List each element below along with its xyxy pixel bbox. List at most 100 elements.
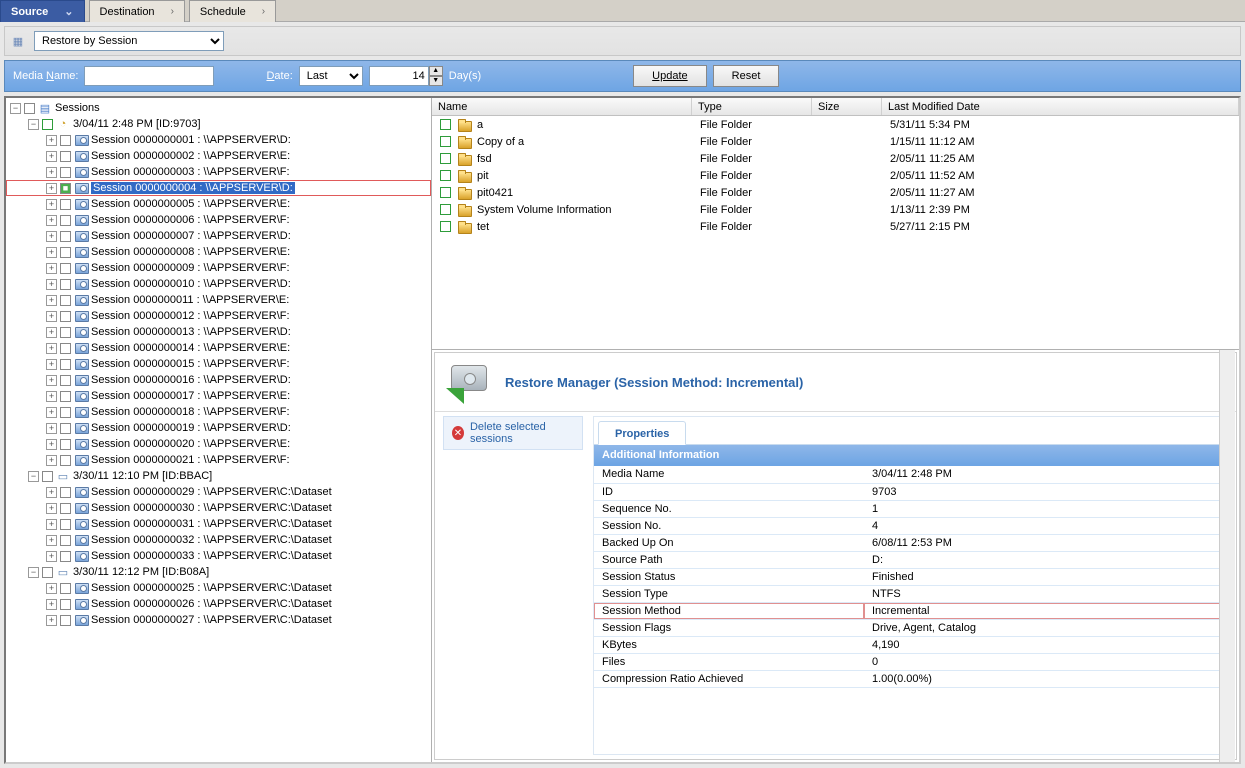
expand-toggle[interactable]: + bbox=[46, 263, 57, 274]
expand-toggle[interactable]: + bbox=[46, 343, 57, 354]
expand-toggle[interactable]: + bbox=[46, 535, 57, 546]
days-input[interactable] bbox=[369, 66, 429, 86]
tree-root[interactable]: −▤Sessions bbox=[6, 100, 431, 116]
tree-session[interactable]: +Session 0000000009 : \\APPSERVER\F: bbox=[6, 260, 431, 276]
expand-toggle[interactable]: + bbox=[46, 167, 57, 178]
expand-toggle[interactable]: + bbox=[46, 391, 57, 402]
expand-toggle[interactable]: + bbox=[46, 439, 57, 450]
tree-session[interactable]: +Session 0000000025 : \\APPSERVER\C:\Dat… bbox=[6, 580, 431, 596]
tree-session[interactable]: +Session 0000000007 : \\APPSERVER\D: bbox=[6, 228, 431, 244]
tree-session[interactable]: +Session 0000000012 : \\APPSERVER\F: bbox=[6, 308, 431, 324]
expand-toggle[interactable]: + bbox=[46, 231, 57, 242]
expand-toggle[interactable]: − bbox=[28, 471, 39, 482]
expand-toggle[interactable]: − bbox=[10, 103, 21, 114]
tree-group[interactable]: −◔3/04/11 2:48 PM [ID:9703] bbox=[6, 116, 431, 132]
tree-session[interactable]: +Session 0000000018 : \\APPSERVER\F: bbox=[6, 404, 431, 420]
checkbox[interactable] bbox=[440, 170, 451, 181]
expand-toggle[interactable]: + bbox=[46, 423, 57, 434]
col-name[interactable]: Name bbox=[432, 98, 692, 115]
checkbox[interactable] bbox=[60, 519, 71, 530]
checkbox[interactable] bbox=[60, 327, 71, 338]
expand-toggle[interactable]: + bbox=[46, 503, 57, 514]
checkbox[interactable] bbox=[60, 311, 71, 322]
checkbox[interactable] bbox=[60, 215, 71, 226]
list-item[interactable]: System Volume InformationFile Folder1/13… bbox=[432, 201, 1239, 218]
tree-session[interactable]: +Session 0000000017 : \\APPSERVER\E: bbox=[6, 388, 431, 404]
checkbox[interactable] bbox=[440, 221, 451, 232]
expand-toggle[interactable]: + bbox=[46, 135, 57, 146]
tree-session[interactable]: +Session 0000000021 : \\APPSERVER\F: bbox=[6, 452, 431, 468]
checkbox[interactable] bbox=[60, 391, 71, 402]
tree-session[interactable]: +Session 0000000003 : \\APPSERVER\F: bbox=[6, 164, 431, 180]
days-up-button[interactable]: ▲ bbox=[429, 66, 443, 76]
list-item[interactable]: pit0421File Folder2/05/11 11:27 AM bbox=[432, 184, 1239, 201]
expand-toggle[interactable]: + bbox=[46, 199, 57, 210]
tree-session[interactable]: +Session 0000000011 : \\APPSERVER\E: bbox=[6, 292, 431, 308]
checkbox[interactable] bbox=[60, 439, 71, 450]
tree-session[interactable]: +Session 0000000016 : \\APPSERVER\D: bbox=[6, 372, 431, 388]
tree-session[interactable]: +Session 0000000026 : \\APPSERVER\C:\Dat… bbox=[6, 596, 431, 612]
tab-schedule[interactable]: Schedule› bbox=[189, 0, 276, 22]
checkbox[interactable] bbox=[60, 455, 71, 466]
restore-mode-select[interactable]: Restore by Session bbox=[34, 31, 224, 51]
tree-session[interactable]: +Session 0000000029 : \\APPSERVER\C:\Dat… bbox=[6, 484, 431, 500]
expand-toggle[interactable]: − bbox=[28, 567, 39, 578]
tree-session[interactable]: +■Session 0000000004 : \\APPSERVER\D: bbox=[6, 180, 431, 196]
checkbox[interactable] bbox=[42, 471, 53, 482]
checkbox[interactable] bbox=[42, 567, 53, 578]
expand-toggle[interactable]: + bbox=[46, 487, 57, 498]
tree-session[interactable]: +Session 0000000033 : \\APPSERVER\C:\Dat… bbox=[6, 548, 431, 564]
list-item[interactable]: pitFile Folder2/05/11 11:52 AM bbox=[432, 167, 1239, 184]
expand-toggle[interactable]: + bbox=[46, 583, 57, 594]
checkbox[interactable] bbox=[440, 136, 451, 147]
tree-group[interactable]: −▭3/30/11 12:10 PM [ID:BBAC] bbox=[6, 468, 431, 484]
checkbox[interactable] bbox=[60, 167, 71, 178]
session-tree[interactable]: −▤Sessions−◔3/04/11 2:48 PM [ID:9703] +Se… bbox=[6, 98, 432, 762]
expand-toggle[interactable]: + bbox=[46, 279, 57, 290]
reset-button[interactable]: Reset bbox=[713, 65, 780, 87]
checkbox[interactable] bbox=[42, 119, 53, 130]
checkbox[interactable]: ■ bbox=[60, 183, 71, 194]
tree-session[interactable]: +Session 0000000015 : \\APPSERVER\F: bbox=[6, 356, 431, 372]
expand-toggle[interactable]: + bbox=[46, 327, 57, 338]
checkbox[interactable] bbox=[60, 487, 71, 498]
tab-source[interactable]: Source⌄ bbox=[0, 0, 85, 22]
expand-toggle[interactable]: + bbox=[46, 247, 57, 258]
checkbox[interactable] bbox=[60, 151, 71, 162]
expand-toggle[interactable]: + bbox=[46, 215, 57, 226]
tree-session[interactable]: +Session 0000000019 : \\APPSERVER\D: bbox=[6, 420, 431, 436]
tree-session[interactable]: +Session 0000000006 : \\APPSERVER\F: bbox=[6, 212, 431, 228]
list-item[interactable]: fsdFile Folder2/05/11 11:25 AM bbox=[432, 150, 1239, 167]
scrollbar[interactable] bbox=[1219, 350, 1235, 762]
checkbox[interactable] bbox=[60, 247, 71, 258]
checkbox[interactable] bbox=[60, 615, 71, 626]
checkbox[interactable] bbox=[24, 103, 35, 114]
expand-toggle[interactable]: − bbox=[28, 119, 39, 130]
update-button[interactable]: Update bbox=[633, 65, 706, 87]
checkbox[interactable] bbox=[440, 204, 451, 215]
expand-toggle[interactable]: + bbox=[46, 519, 57, 530]
checkbox[interactable] bbox=[60, 135, 71, 146]
expand-toggle[interactable]: + bbox=[46, 375, 57, 386]
tree-session[interactable]: +Session 0000000008 : \\APPSERVER\E: bbox=[6, 244, 431, 260]
days-down-button[interactable]: ▼ bbox=[429, 76, 443, 86]
checkbox[interactable] bbox=[60, 583, 71, 594]
expand-toggle[interactable]: + bbox=[46, 407, 57, 418]
delete-sessions-link[interactable]: ✕ Delete selected sessions bbox=[443, 416, 583, 450]
checkbox[interactable] bbox=[60, 551, 71, 562]
checkbox[interactable] bbox=[60, 599, 71, 610]
checkbox[interactable] bbox=[60, 423, 71, 434]
checkbox[interactable] bbox=[60, 279, 71, 290]
checkbox[interactable] bbox=[440, 153, 451, 164]
tree-session[interactable]: +Session 0000000027 : \\APPSERVER\C:\Dat… bbox=[6, 612, 431, 628]
media-name-input[interactable] bbox=[84, 66, 214, 86]
expand-toggle[interactable]: + bbox=[46, 599, 57, 610]
tree-session[interactable]: +Session 0000000030 : \\APPSERVER\C:\Dat… bbox=[6, 500, 431, 516]
checkbox[interactable] bbox=[60, 359, 71, 370]
tree-session[interactable]: +Session 0000000002 : \\APPSERVER\E: bbox=[6, 148, 431, 164]
tree-session[interactable]: +Session 0000000032 : \\APPSERVER\C:\Dat… bbox=[6, 532, 431, 548]
tree-session[interactable]: +Session 0000000014 : \\APPSERVER\E: bbox=[6, 340, 431, 356]
expand-toggle[interactable]: + bbox=[46, 455, 57, 466]
col-size[interactable]: Size bbox=[812, 98, 882, 115]
list-item[interactable]: tetFile Folder5/27/11 2:15 PM bbox=[432, 218, 1239, 235]
